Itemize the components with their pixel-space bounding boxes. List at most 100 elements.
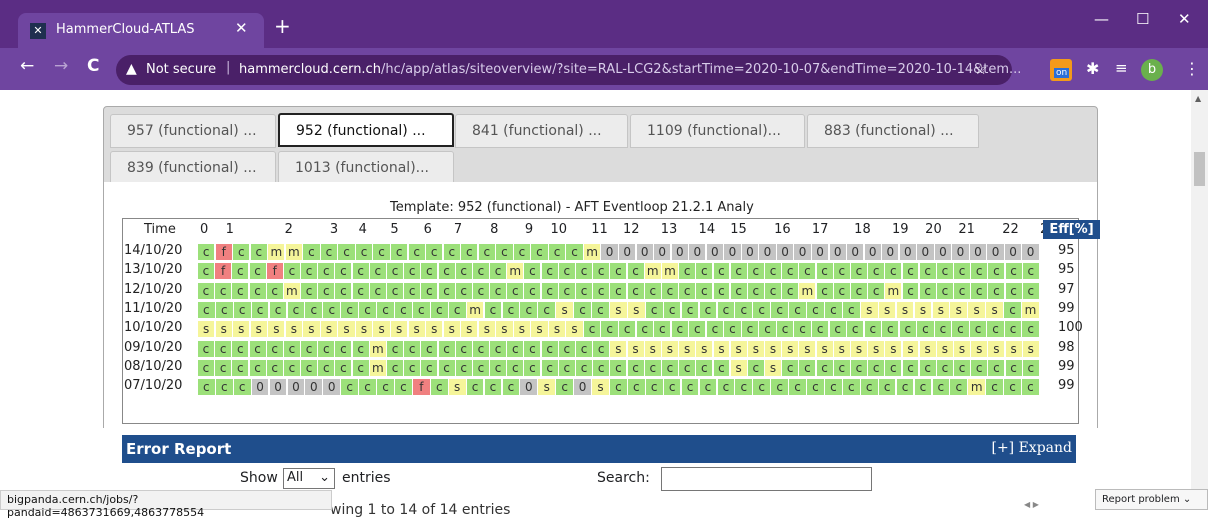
status-cell[interactable]: c: [287, 301, 305, 318]
status-cell[interactable]: s: [426, 321, 443, 338]
status-cell[interactable]: m: [968, 379, 986, 396]
status-cell[interactable]: c: [681, 301, 699, 318]
status-cell[interactable]: c: [232, 282, 249, 299]
status-cell[interactable]: c: [341, 379, 359, 396]
status-cell[interactable]: c: [850, 359, 867, 376]
status-cell[interactable]: c: [919, 282, 936, 299]
status-cell[interactable]: c: [404, 282, 421, 299]
status-cell[interactable]: c: [387, 263, 403, 280]
status-cell[interactable]: c: [438, 340, 455, 357]
status-cell[interactable]: c: [592, 301, 609, 318]
status-cell[interactable]: c: [794, 321, 811, 338]
status-cell[interactable]: c: [735, 301, 753, 318]
status-cell[interactable]: s: [548, 321, 566, 338]
status-cell[interactable]: s: [730, 359, 747, 376]
status-cell[interactable]: c: [1005, 263, 1022, 280]
status-cell[interactable]: c: [558, 340, 575, 357]
status-cell[interactable]: c: [952, 321, 969, 338]
status-cell[interactable]: s: [696, 340, 713, 357]
status-cell[interactable]: c: [198, 340, 214, 357]
status-cell[interactable]: c: [556, 379, 573, 396]
status-cell[interactable]: c: [395, 301, 412, 318]
status-cell[interactable]: c: [936, 359, 953, 376]
status-cell[interactable]: s: [478, 321, 495, 338]
status-cell[interactable]: c: [335, 282, 352, 299]
status-cell[interactable]: c: [249, 340, 266, 357]
status-cell[interactable]: c: [971, 263, 988, 280]
status-cell[interactable]: 0: [269, 379, 287, 396]
status-cell[interactable]: s: [765, 340, 782, 357]
status-cell[interactable]: c: [699, 379, 717, 396]
status-cell[interactable]: c: [753, 379, 771, 396]
status-cell[interactable]: c: [679, 359, 696, 376]
status-cell[interactable]: c: [318, 263, 335, 280]
status-cell[interactable]: c: [507, 340, 524, 357]
status-cell[interactable]: c: [988, 282, 1005, 299]
status-cell[interactable]: c: [478, 244, 495, 260]
status-cell[interactable]: c: [917, 321, 934, 338]
status-cell[interactable]: c: [601, 321, 618, 338]
status-cell[interactable]: 0: [287, 379, 305, 396]
status-cell[interactable]: c: [593, 340, 610, 357]
status-cell[interactable]: c: [283, 359, 300, 376]
status-cell[interactable]: c: [776, 321, 794, 338]
status-cell[interactable]: c: [583, 321, 601, 338]
status-cell[interactable]: c: [466, 379, 484, 396]
status-cell[interactable]: c: [644, 359, 661, 376]
status-cell[interactable]: 0: [305, 379, 323, 396]
status-cell[interactable]: c: [490, 340, 507, 357]
status-cell[interactable]: c: [484, 301, 502, 318]
status-cell[interactable]: c: [833, 263, 850, 280]
status-cell[interactable]: s: [932, 301, 950, 318]
status-cell[interactable]: c: [352, 359, 369, 376]
status-cell[interactable]: s: [968, 301, 986, 318]
status-cell[interactable]: c: [404, 340, 421, 357]
status-cell[interactable]: s: [986, 301, 1003, 318]
status-cell[interactable]: s: [531, 321, 548, 338]
status-cell[interactable]: m: [1022, 301, 1039, 318]
status-cell[interactable]: c: [696, 282, 713, 299]
status-cell[interactable]: c: [421, 263, 438, 280]
status-cell[interactable]: s: [799, 340, 816, 357]
status-cell[interactable]: s: [610, 340, 627, 357]
status-cell[interactable]: 0: [724, 244, 741, 260]
status-cell[interactable]: c: [833, 359, 850, 376]
status-cell[interactable]: 0: [1004, 244, 1022, 260]
status-cell[interactable]: c: [387, 340, 403, 357]
report-problem-button[interactable]: Report problem ⌄: [1095, 489, 1208, 510]
status-cell[interactable]: c: [645, 379, 663, 396]
expand-button[interactable]: [+] Expand: [991, 440, 1072, 456]
media-queue-icon[interactable]: ≡: [1115, 59, 1128, 77]
status-cell[interactable]: 0: [776, 244, 794, 260]
status-cell[interactable]: 0: [987, 244, 1004, 260]
status-cell[interactable]: s: [556, 301, 573, 318]
status-cell[interactable]: c: [934, 321, 952, 338]
status-cell[interactable]: c: [502, 379, 520, 396]
status-cell[interactable]: c: [266, 282, 283, 299]
status-cell[interactable]: c: [681, 379, 699, 396]
status-cell[interactable]: c: [249, 359, 266, 376]
status-cell[interactable]: c: [1022, 263, 1039, 280]
bookmark-star-icon[interactable]: ☆: [974, 60, 987, 78]
status-cell[interactable]: s: [408, 321, 425, 338]
status-cell[interactable]: c: [232, 359, 249, 376]
status-cell[interactable]: c: [663, 379, 681, 396]
status-cell[interactable]: c: [426, 244, 443, 260]
status-cell[interactable]: s: [936, 340, 953, 357]
status-cell[interactable]: c: [318, 340, 335, 357]
status-cell[interactable]: c: [283, 263, 300, 280]
scrollbar-thumb[interactable]: [1194, 152, 1205, 186]
status-cell[interactable]: c: [323, 301, 341, 318]
status-cell[interactable]: m: [885, 282, 902, 299]
status-cell[interactable]: c: [507, 359, 524, 376]
status-cell[interactable]: c: [377, 301, 394, 318]
status-cell[interactable]: c: [829, 321, 846, 338]
status-cell[interactable]: s: [902, 340, 919, 357]
status-cell[interactable]: s: [950, 301, 968, 318]
status-cell[interactable]: c: [699, 301, 717, 318]
status-cell[interactable]: 0: [619, 244, 636, 260]
status-cell[interactable]: c: [507, 282, 524, 299]
status-cell[interactable]: c: [833, 282, 850, 299]
status-cell[interactable]: c: [816, 263, 833, 280]
status-cell[interactable]: c: [232, 263, 249, 280]
